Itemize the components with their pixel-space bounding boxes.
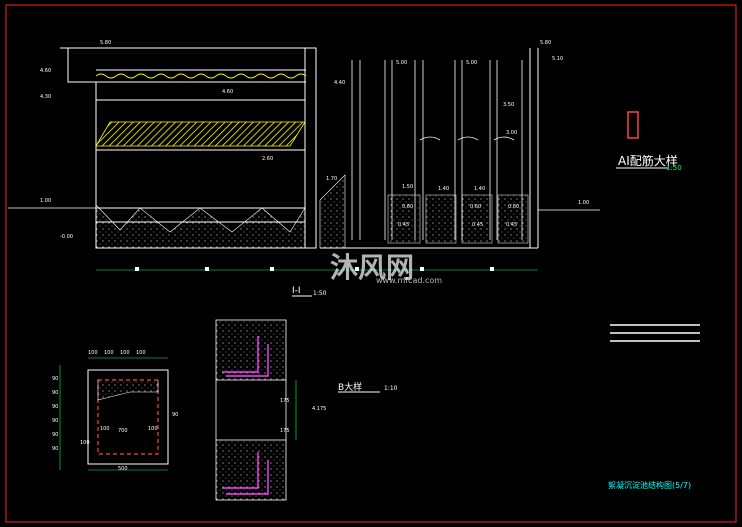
watermark-url: www.mfcad.com: [376, 276, 443, 285]
elevation-label: 1.50: [402, 184, 414, 190]
ai-detail-outline: [627, 111, 639, 139]
elevation-label: 1.00: [578, 200, 590, 206]
sludge-hopper-fill: [95, 204, 306, 249]
dim-label: 90: [172, 412, 179, 418]
elevation-label: 3.00: [506, 130, 518, 136]
dim-ticks: [135, 267, 494, 271]
b-dim-label: 175: [280, 398, 290, 404]
weir-wave: [95, 73, 307, 79]
dim-label: 100: [100, 426, 110, 432]
elevation-label: 0.60: [402, 204, 414, 210]
elevation-label: 1.40: [438, 186, 450, 192]
inclined-wall: [319, 174, 346, 249]
elevation-label: 4.30: [40, 94, 52, 100]
b-detail: [215, 319, 380, 501]
dim-label: 100: [104, 350, 114, 356]
dim-label: 100: [88, 350, 98, 356]
dim-label: 100: [136, 350, 146, 356]
dim-label: 90: [52, 390, 59, 396]
elevation-label: 1.00: [40, 198, 52, 204]
dim-label: 90: [52, 446, 59, 452]
b-detail-scale: 1:10: [384, 385, 398, 392]
elevation-label: 0.45: [398, 222, 410, 228]
elevation-label: 5.80: [100, 40, 112, 46]
dim-label: 90: [52, 418, 59, 424]
elevation-label: 5.00: [396, 60, 408, 66]
dim-label: 90: [52, 376, 59, 382]
b-detail-title: B大样: [338, 383, 363, 393]
b-dim-label: 4.175: [312, 406, 327, 412]
elevation-label: 1.40: [474, 186, 486, 192]
plan-detail: [59, 357, 169, 471]
dim-label: 90: [52, 432, 59, 438]
title-block-lines: [610, 324, 700, 342]
channel-hoppers: [387, 194, 529, 244]
elevation-label: 5.10: [552, 56, 564, 62]
dim-label: 90: [52, 404, 59, 410]
elevation-label: 4.60: [40, 68, 52, 74]
elevation-label: 0.80: [508, 204, 520, 210]
dim-label: 100: [120, 350, 130, 356]
section-scale: 1:50: [313, 290, 327, 297]
drawing-name: 絮凝沉淀池结构图(5/7): [608, 481, 692, 490]
elevation-label: 4.40: [334, 80, 346, 86]
section-title: I-I: [292, 286, 301, 296]
elevation-label: 5.00: [466, 60, 478, 66]
inclined-tube-zone: [95, 121, 306, 147]
elevation-label: 0.45: [506, 222, 518, 228]
elevation-label: -0.00: [60, 234, 73, 240]
elevation-label: 0.45: [472, 222, 484, 228]
elevation-label: 4.60: [222, 89, 234, 95]
b-dim-label: 175: [280, 428, 290, 434]
elevation-label: 5.80: [540, 40, 552, 46]
ai-detail-scale: 1:50: [666, 164, 682, 172]
dim-label: 700: [118, 428, 128, 434]
elevation-label: 3.50: [503, 102, 515, 108]
dim-label: 100: [80, 440, 90, 446]
elevation-label: 0.60: [470, 204, 482, 210]
elevation-label: 1.70: [326, 176, 338, 182]
elevation-label: 2.60: [262, 156, 274, 162]
dim-label: 100: [148, 426, 158, 432]
dim-label: 500: [118, 466, 128, 472]
